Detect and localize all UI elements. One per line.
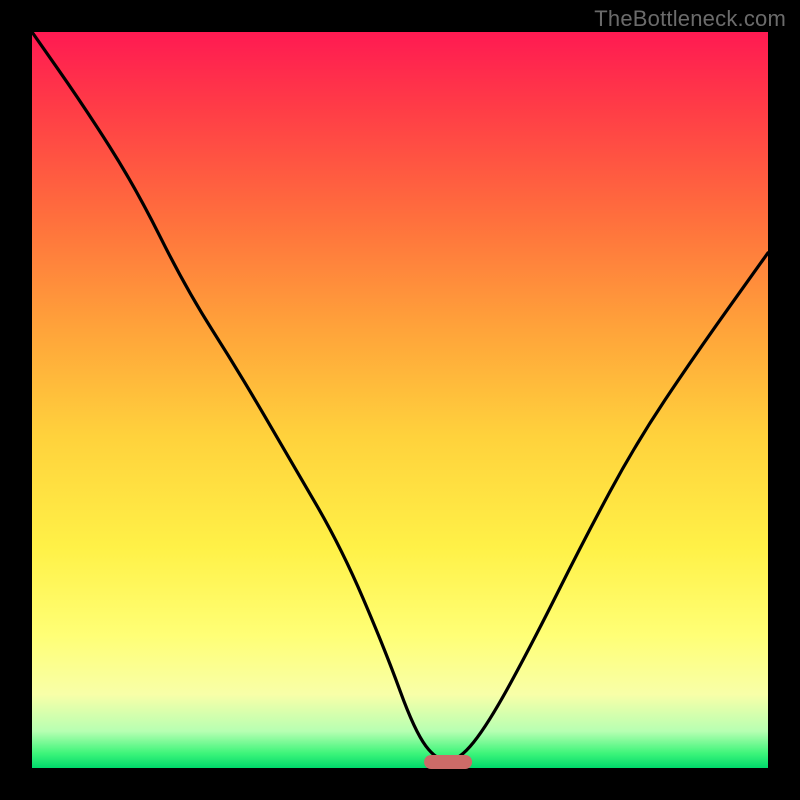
- watermark-text: TheBottleneck.com: [594, 6, 786, 32]
- curve-path: [32, 32, 768, 761]
- bottleneck-curve: [32, 32, 768, 768]
- plot-area: [32, 32, 768, 768]
- chart-frame: TheBottleneck.com: [0, 0, 800, 800]
- optimum-marker: [424, 755, 472, 769]
